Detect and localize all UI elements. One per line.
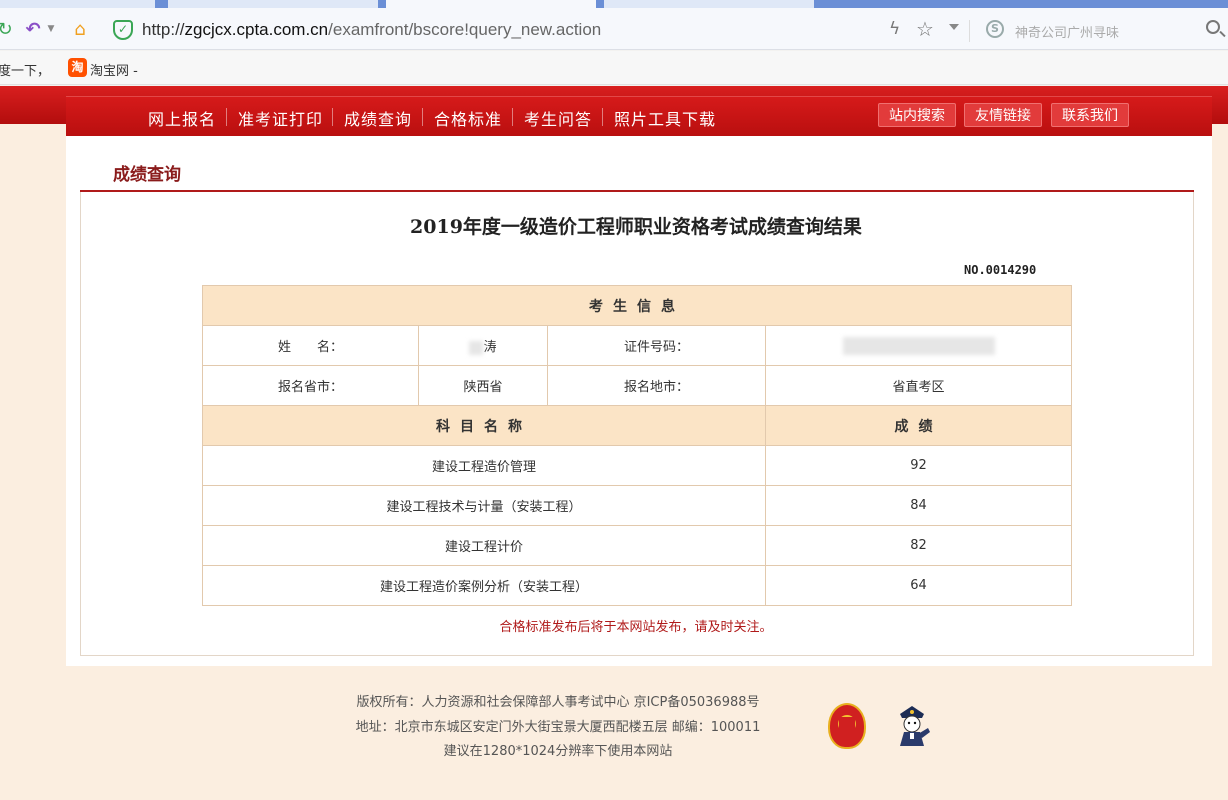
taobao-icon: 淘 [68, 58, 87, 77]
page-title: 2019年度一级造价工程师职业资格考试成绩查询结果 [410, 216, 862, 238]
score-header: 成绩 [765, 405, 1072, 446]
friendly-links-button[interactable]: 友情链接 [964, 103, 1042, 127]
redacted-blur [469, 340, 484, 355]
table-row: 建设工程造价管理 92 [202, 445, 1072, 486]
candidate-info-header: 考生信息 [202, 285, 1072, 326]
bookmark-baidu[interactable]: 度一下， [0, 60, 50, 79]
bookmark-star-icon[interactable]: ☆ [916, 17, 934, 41]
certificate-number: NO.0014290 [964, 263, 1037, 277]
chevron-down-icon[interactable]: ▼ [46, 18, 56, 40]
footer-copyright: 版权所有：人力资源和社会保障部人事考试中心 京ICP备05036988号 [356, 695, 760, 710]
table-row: 建设工程造价案例分析（安装工程） 64 [202, 565, 1072, 606]
table-row: 报名省市： 陕西省 报名地市： 省直考区 [202, 365, 1072, 406]
subject-name: 建设工程计价 [202, 525, 766, 566]
nav-divider [422, 108, 423, 126]
browser-tab[interactable] [604, 0, 814, 8]
footer-resolution-hint: 建议在1280*1024分辨率下使用本网站 [443, 744, 673, 759]
province-label: 报名省市： [202, 365, 419, 406]
nav-divider [512, 108, 513, 126]
nav-divider [226, 108, 227, 126]
notice-text: 合格标准发布后将于本网站发布，请及时关注。 [499, 620, 773, 635]
search-icon[interactable] [1206, 20, 1220, 34]
section-title: 成绩查询 [113, 165, 181, 185]
address-bar: ↻ ↶ ▼ ⌂ ✓ http://zgcjcx.cpta.com.cn/exam… [0, 8, 1228, 50]
secure-shield-icon: ✓ [113, 20, 133, 40]
nav-item-admission-ticket[interactable]: 准考证打印 [238, 106, 323, 130]
table-row: 姓 名： 涛 证件号码： [202, 325, 1072, 366]
nav-item-online-registration[interactable]: 网上报名 [148, 106, 216, 130]
sogou-search-icon: S [986, 20, 1004, 38]
table-row: 考生信息 [202, 285, 1072, 326]
subject-score: 84 [765, 485, 1072, 526]
browser-tab-strip [0, 0, 1228, 8]
url-scheme: http:// [142, 20, 185, 39]
nav-item-score-query[interactable]: 成绩查询 [344, 106, 412, 130]
site-search-button[interactable]: 站内搜索 [878, 103, 956, 127]
footer-address: 地址：北京市东城区安定门外大街宝景大厦西配楼五层 邮编：100011 [355, 720, 761, 735]
home-icon[interactable]: ⌂ [68, 18, 92, 40]
url-path: /examfront/bscore!query_new.action [328, 20, 602, 39]
redacted-blur [842, 336, 995, 355]
city-label: 报名地市： [547, 365, 766, 406]
subject-score: 92 [765, 445, 1072, 486]
nav-item-faq[interactable]: 考生问答 [524, 106, 592, 130]
subject-score: 64 [765, 565, 1072, 606]
table-row: 建设工程技术与计量（安装工程） 84 [202, 485, 1072, 526]
undo-icon[interactable]: ↶ [22, 18, 44, 40]
subject-name: 建设工程造价管理 [202, 445, 766, 486]
refresh-icon[interactable]: ↻ [0, 18, 13, 40]
table-row: 科目名称 成绩 [202, 405, 1072, 446]
subject-score: 82 [765, 525, 1072, 566]
lightning-icon[interactable]: ϟ [889, 19, 900, 39]
subject-name: 建设工程技术与计量（安装工程） [202, 485, 766, 526]
main-nav: 网上报名 准考证打印 成绩查询 合格标准 考生问答 照片工具下载 站内搜索 友情… [66, 96, 1212, 136]
url-input[interactable]: http://zgcjcx.cpta.com.cn/examfront/bsco… [142, 20, 601, 40]
browser-tab[interactable] [168, 0, 378, 8]
score-result-table: 考生信息 姓 名： 涛 证件号码： 报名省市： 陕西省 报名地市： 省直考区 科… [202, 285, 1072, 606]
contact-us-button[interactable]: 联系我们 [1051, 103, 1129, 127]
name-label: 姓 名： [202, 325, 419, 366]
nav-item-photo-tool-download[interactable]: 照片工具下载 [614, 106, 716, 130]
table-row: 建设工程计价 82 [202, 525, 1072, 566]
search-input[interactable]: 神奇公司广州寻味 [1015, 22, 1119, 41]
url-host: zgcjcx.cpta.com.cn [184, 20, 329, 39]
browser-tab-active[interactable] [386, 0, 596, 8]
subject-name: 建设工程造价案例分析（安装工程） [202, 565, 766, 606]
nav-divider [602, 108, 603, 126]
nav-divider [332, 108, 333, 126]
name-visible-char: 涛 [483, 340, 497, 355]
city-value: 省直考区 [765, 365, 1072, 406]
subject-header: 科目名称 [202, 405, 766, 446]
bookmark-taobao[interactable]: 淘宝网 - [90, 60, 138, 79]
name-value: 涛 [418, 325, 548, 366]
nav-item-pass-standard[interactable]: 合格标准 [434, 106, 502, 130]
government-emblem-icon[interactable] [828, 703, 866, 749]
id-number-label: 证件号码： [547, 325, 766, 366]
province-value: 陕西省 [418, 365, 548, 406]
id-number-value [765, 325, 1072, 366]
bookmarks-bar: 度一下， 淘 淘宝网 - [0, 51, 1228, 85]
chevron-down-icon[interactable] [949, 24, 959, 30]
divider [969, 20, 970, 42]
browser-tab[interactable] [0, 0, 155, 8]
cyber-police-icon[interactable] [892, 702, 932, 750]
